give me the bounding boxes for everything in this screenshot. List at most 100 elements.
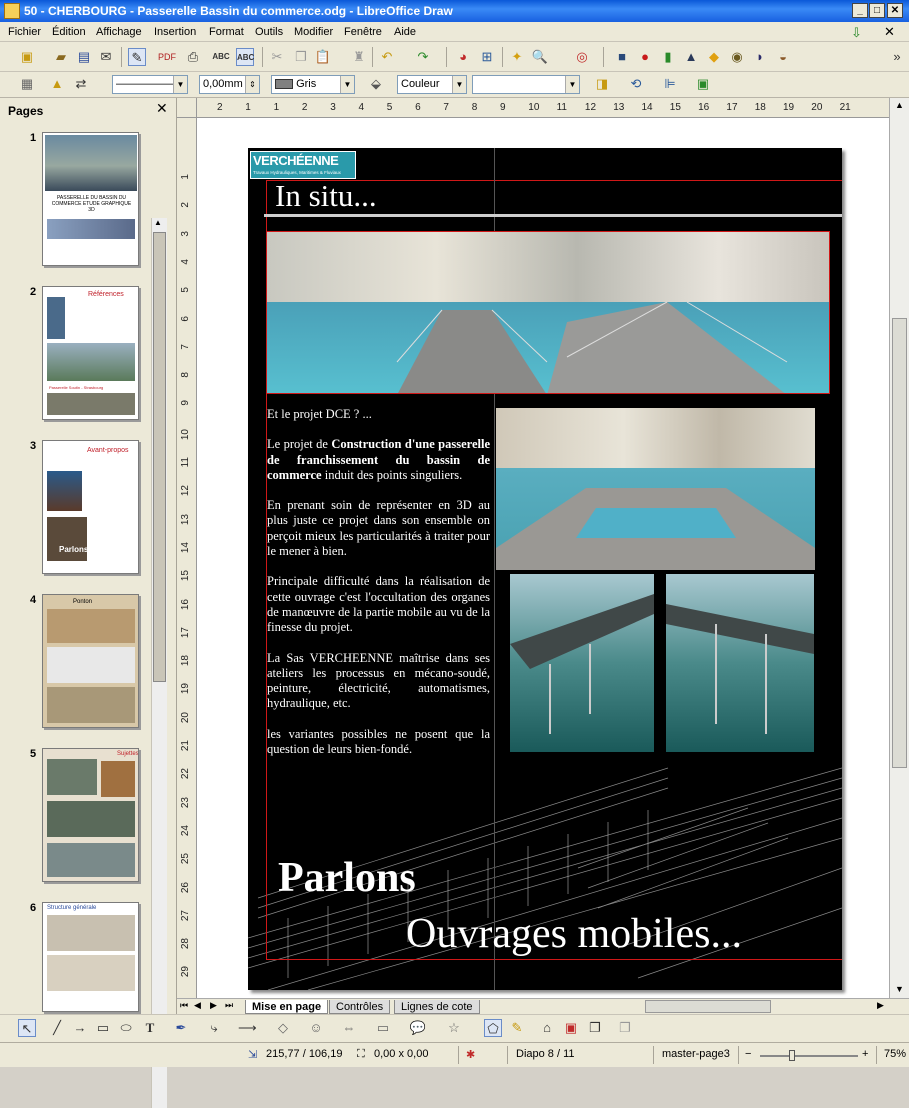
cylinder-icon[interactable]: ▮ xyxy=(659,48,677,66)
zoom-out-icon[interactable]: − xyxy=(745,1048,751,1060)
redo-icon[interactable]: ↷ xyxy=(414,48,432,66)
arrow-line-icon[interactable]: → xyxy=(71,1019,89,1037)
vertical-ruler[interactable]: 1 2 3 4 5 6 7 8 9 10 11 12 13 14 15 16 17 18 19 20 21 22 23 24 2… xyxy=(177,118,197,998)
paste-icon[interactable]: 📋 xyxy=(314,48,332,66)
area-style-select[interactable]: Couleur ▼ xyxy=(397,75,467,94)
zoom-slider-handle[interactable] xyxy=(789,1050,795,1061)
undo-icon[interactable]: ↶ xyxy=(378,48,396,66)
page-thumbnail-5[interactable]: Sujettes xyxy=(42,748,139,882)
sphere-icon[interactable]: ● xyxy=(636,48,654,66)
open-icon[interactable]: ▰ xyxy=(52,48,70,66)
scroll-up-icon[interactable]: ▲ xyxy=(895,100,904,110)
extrusion-icon[interactable]: ❐ xyxy=(616,1019,634,1037)
glue-icon[interactable]: ✎ xyxy=(508,1019,526,1037)
callouts-icon[interactable]: 💬 xyxy=(409,1019,427,1037)
line-tool-icon[interactable]: ╱ xyxy=(48,1019,66,1037)
scroll-right-icon[interactable]: ▶ xyxy=(877,1000,884,1011)
edit-mode-icon[interactable]: ✎ xyxy=(128,48,146,66)
tab-lignes-de-cote[interactable]: Lignes de cote xyxy=(394,1000,480,1014)
tab-controles[interactable]: Contrôles xyxy=(329,1000,391,1014)
zoom-level[interactable]: 75% xyxy=(884,1048,906,1060)
horizontal-scrollbar-thumb[interactable] xyxy=(645,1000,771,1013)
pyramid-icon[interactable]: ◆ xyxy=(705,48,723,66)
page-thumbnail-3[interactable]: Avant-propos Parlons xyxy=(42,440,139,574)
cube-icon[interactable]: ■ xyxy=(613,48,631,66)
tab-mise-en-page[interactable]: Mise en page xyxy=(245,1000,329,1014)
ellipse-icon[interactable]: ⬭ xyxy=(117,1019,135,1037)
spellcheck-icon[interactable]: ABC xyxy=(212,48,230,66)
arrow-style-icon[interactable]: ⇄ xyxy=(72,75,90,93)
line-width-field[interactable]: 0,00mm ⇕ xyxy=(199,75,260,94)
lines-arrows-icon[interactable]: ⟶ xyxy=(238,1019,257,1037)
shadow-icon[interactable]: ◨ xyxy=(593,75,611,93)
line-style-select[interactable]: ——————— ▼ xyxy=(112,75,188,94)
slide-page[interactable]: VERCHÉENNE Travaux Hydrauliques, Maritim… xyxy=(248,148,842,990)
fontwork-icon[interactable]: ⌂ xyxy=(538,1019,556,1037)
menu-outils[interactable]: Outils xyxy=(255,26,283,38)
menu-aide[interactable]: Aide xyxy=(394,26,416,38)
connector-icon[interactable]: ⤷ xyxy=(205,1019,223,1037)
zoom-in-icon[interactable]: + xyxy=(862,1048,868,1060)
next-tab-icon[interactable]: ▶ xyxy=(210,1000,217,1011)
pages-scrollbar[interactable]: ▲ xyxy=(151,218,167,1108)
prev-tab-icon[interactable]: ◀ xyxy=(194,1000,201,1011)
stars-icon[interactable]: ☆ xyxy=(445,1019,463,1037)
area-icon[interactable]: ⬙ xyxy=(367,75,385,93)
page-thumbnail-2[interactable]: Références Passerelle Soutin - Strasbour… xyxy=(42,286,139,420)
page-thumbnail-4[interactable]: Ponton xyxy=(42,594,139,728)
print-icon[interactable]: ⎙ xyxy=(184,48,202,66)
first-tab-icon[interactable]: ⏮ xyxy=(180,1000,188,1011)
styles-icon[interactable]: ▦ xyxy=(18,75,36,93)
menu-insertion[interactable]: Insertion xyxy=(154,26,196,38)
gallery-icon[interactable]: ❐ xyxy=(586,1019,604,1037)
select-icon[interactable]: ↖ xyxy=(18,1019,36,1037)
menu-affichage[interactable]: Affichage xyxy=(96,26,142,38)
cone-icon[interactable]: ▲ xyxy=(682,48,700,66)
curve-icon[interactable]: ✒ xyxy=(172,1019,190,1037)
line-color-select[interactable]: Gris ▼ xyxy=(271,75,355,94)
save-icon[interactable]: ▤ xyxy=(75,48,93,66)
zoom-icon[interactable]: 🔍 xyxy=(531,48,549,66)
from-file-icon[interactable]: ▣ xyxy=(562,1019,580,1037)
modified-icon[interactable]: ✱ xyxy=(466,1048,475,1061)
toolbar-overflow-icon[interactable]: » xyxy=(888,48,906,66)
close-panel-icon[interactable]: ✕ xyxy=(156,100,168,117)
minimize-button[interactable]: _ xyxy=(852,3,868,18)
scrollbar-thumb[interactable] xyxy=(892,318,907,768)
menu-fichier[interactable]: Fichier xyxy=(8,26,41,38)
copy-icon[interactable]: ❐ xyxy=(292,48,310,66)
glue-points-icon[interactable]: ✦ xyxy=(508,48,526,66)
rectangle-icon[interactable]: ▭ xyxy=(94,1019,112,1037)
cut-icon[interactable]: ✂ xyxy=(268,48,286,66)
arrange-icon[interactable]: ▣ xyxy=(694,75,712,93)
email-icon[interactable]: ✉ xyxy=(97,48,115,66)
clone-format-icon[interactable]: ♜ xyxy=(350,48,368,66)
page-thumbnail-1[interactable]: PASSERELLE DU BASSIN DU COMMERCE ETUDE G… xyxy=(42,132,139,266)
update-icon[interactable]: ⇩ xyxy=(851,25,862,41)
half-sphere-icon[interactable]: ◒ xyxy=(774,48,792,66)
horizontal-ruler[interactable]: 2 1 1 2 3 4 5 6 7 8 9 10 11 12 13 14 15 16 17 18 19 20 21 xyxy=(197,98,889,118)
menu-modifier[interactable]: Modifier xyxy=(294,26,333,38)
autospell-icon[interactable]: ABC xyxy=(236,48,254,66)
rotate-icon[interactable]: ⟲ xyxy=(627,75,645,93)
scroll-down-icon[interactable]: ▼ xyxy=(895,984,904,994)
points-icon[interactable]: ⬠ xyxy=(484,1019,502,1037)
basic-shapes-icon[interactable]: ◇ xyxy=(274,1019,292,1037)
maximize-button[interactable]: □ xyxy=(869,3,885,18)
scrollbar-thumb[interactable] xyxy=(153,232,166,682)
menu-fenetre[interactable]: Fenêtre xyxy=(344,26,382,38)
canvas-vertical-scrollbar[interactable]: ▲ ▼ xyxy=(889,98,909,998)
symbol-shapes-icon[interactable]: ☺ xyxy=(307,1019,325,1037)
block-arrows-icon[interactable]: ⇔ xyxy=(340,1019,358,1037)
area-fill-select[interactable]: ▼ xyxy=(472,75,580,94)
page-thumbnail-6[interactable]: Structure générale xyxy=(42,902,139,1012)
shell-icon[interactable]: ◗ xyxy=(751,48,769,66)
menu-edition[interactable]: Édition xyxy=(52,26,86,38)
new-icon[interactable]: ▣ xyxy=(18,48,36,66)
last-tab-icon[interactable]: ⏭ xyxy=(225,1000,233,1011)
scroll-up-icon[interactable]: ▲ xyxy=(154,218,162,227)
align-icon[interactable]: ⊫ xyxy=(661,75,679,93)
torus-icon[interactable]: ◉ xyxy=(728,48,746,66)
menu-format[interactable]: Format xyxy=(209,26,244,38)
navigator-icon[interactable]: ⊞ xyxy=(478,48,496,66)
